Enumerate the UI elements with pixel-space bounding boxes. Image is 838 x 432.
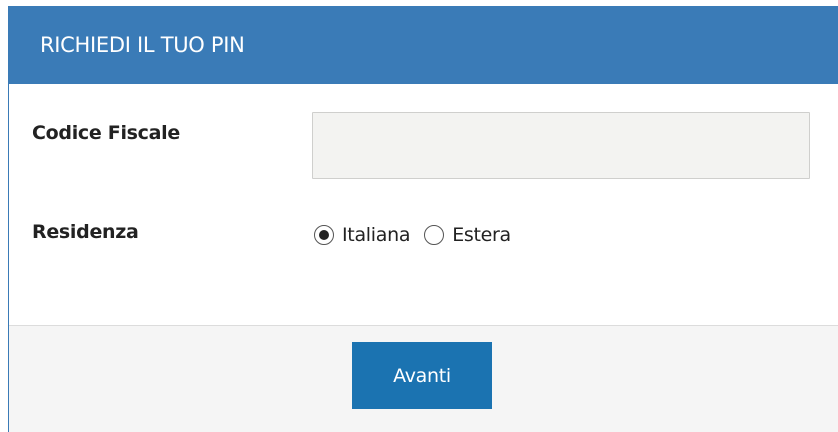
panel-header: RICHIEDI IL TUO PIN xyxy=(9,6,838,84)
panel-title: RICHIEDI IL TUO PIN xyxy=(40,33,245,57)
radio-estera-button[interactable] xyxy=(424,225,445,245)
residenza-radio-group: Italiana Estera xyxy=(314,222,525,248)
codice-fiscale-label: Codice Fiscale xyxy=(32,122,180,144)
residenza-label: Residenza xyxy=(32,221,139,243)
radio-italiana[interactable]: Italiana xyxy=(314,224,410,246)
radio-italiana-label[interactable]: Italiana xyxy=(342,224,410,246)
radio-italiana-button[interactable] xyxy=(314,225,334,245)
radio-estera-label[interactable]: Estera xyxy=(452,224,511,246)
radio-selected-dot-icon xyxy=(319,230,329,240)
radio-estera[interactable]: Estera xyxy=(424,224,511,246)
codice-fiscale-input[interactable] xyxy=(312,112,810,179)
avanti-button[interactable]: Avanti xyxy=(352,342,492,409)
